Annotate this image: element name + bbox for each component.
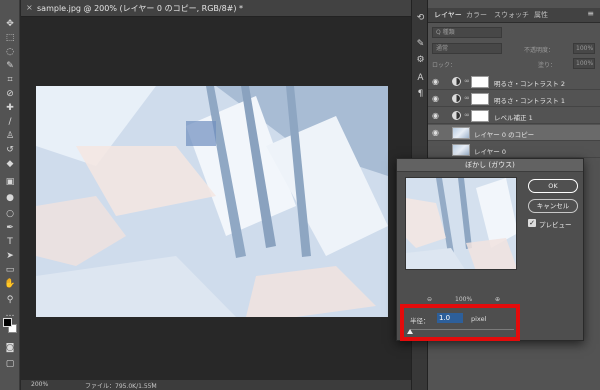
layer-name: 明るさ・コントラスト 2 xyxy=(494,80,566,88)
layer-name: レイヤー 0 のコピー xyxy=(474,131,535,139)
visibility-eye-icon[interactable]: ◉ xyxy=(432,94,439,103)
tab-layers[interactable]: レイヤー xyxy=(434,10,462,20)
checkbox-check-icon[interactable]: ✓ xyxy=(528,219,536,227)
blur-icon[interactable]: ● xyxy=(3,192,17,204)
stamp-icon[interactable]: ♙ xyxy=(3,130,17,142)
screen-mode-icon[interactable]: ▢ xyxy=(3,358,17,370)
panel-tabs: レイヤー カラー スウォッチ 属性 ≡ xyxy=(428,8,600,23)
adjustment-icon xyxy=(452,111,461,120)
layer-filter-select[interactable]: Q 種類 xyxy=(432,27,502,38)
layer-thumbnail[interactable] xyxy=(452,144,470,156)
lasso-icon[interactable]: ◌ xyxy=(3,46,17,58)
hand-icon[interactable]: ✋ xyxy=(3,278,17,290)
eraser-icon[interactable]: ◆ xyxy=(3,158,17,170)
link-icon: ∞ xyxy=(464,111,470,119)
history-brush-icon[interactable]: ↺ xyxy=(3,144,17,156)
layer-mask-thumbnail[interactable] xyxy=(471,110,489,122)
status-arrow-icon[interactable]: › xyxy=(151,380,154,388)
tab-properties[interactable]: 属性 xyxy=(534,10,548,20)
history-icon[interactable]: ⟲ xyxy=(414,12,427,24)
character-icon[interactable]: A xyxy=(414,72,427,84)
brush-icon[interactable]: / xyxy=(3,116,17,128)
tools-toolbar: ✥ ⬚ ◌ ✎ ⌗ ⊘ ✚ / ♙ ↺ ◆ ▣ ● ○ ✒ T ➤ ▭ ✋ ⚲ … xyxy=(0,0,20,390)
fill-label: 塗り： xyxy=(538,62,557,69)
layer-name: レベル補正 1 xyxy=(494,114,533,122)
layer-row[interactable]: ◉ ∞ レベル補正 1 xyxy=(428,108,600,124)
adjustment-icon xyxy=(452,77,461,86)
tool-presets-icon[interactable]: ⚙ xyxy=(414,54,427,66)
pen-icon[interactable]: ✒ xyxy=(3,222,17,234)
fill-input[interactable]: 100% xyxy=(573,58,595,69)
layer-mask-thumbnail[interactable] xyxy=(471,76,489,88)
layer-row-selected[interactable]: ◉ レイヤー 0 のコピー xyxy=(428,125,600,141)
quick-select-icon[interactable]: ✎ xyxy=(3,60,17,72)
radius-slider-thumb[interactable] xyxy=(407,329,413,334)
blend-mode-select[interactable]: 通常 xyxy=(432,43,502,54)
preview-checkbox[interactable]: ✓ プレビュー xyxy=(528,219,580,229)
brush-settings-icon[interactable]: ✎ xyxy=(414,38,427,50)
layer-row[interactable]: ◉ ∞ 明るさ・コントラスト 1 xyxy=(428,91,600,107)
file-size: ファイル：795.0K/1.55M xyxy=(85,383,157,390)
healing-icon[interactable]: ✚ xyxy=(3,102,17,114)
visibility-eye-icon[interactable]: ◉ xyxy=(432,128,439,137)
tab-swatches[interactable]: スウォッチ xyxy=(494,10,529,20)
radius-unit: pixel xyxy=(471,315,487,323)
crop-icon[interactable]: ⌗ xyxy=(3,74,17,86)
dodge-icon[interactable]: ○ xyxy=(3,208,17,220)
preview-zoom-value: 100% xyxy=(455,296,473,303)
quick-mask-icon[interactable]: ◙ xyxy=(3,342,17,354)
radius-slider[interactable] xyxy=(410,329,514,330)
move-icon[interactable]: ✥ xyxy=(3,18,17,30)
radius-label: 半径： xyxy=(410,317,430,325)
document-tab[interactable]: × sample.jpg @ 200% (レイヤー 0 のコピー, RGB/8#… xyxy=(21,0,411,17)
layer-name: レイヤー 0 xyxy=(474,148,507,156)
zoom-out-icon[interactable]: ⊖ xyxy=(427,296,432,303)
type-icon[interactable]: T xyxy=(3,236,17,248)
layer-mask-thumbnail[interactable] xyxy=(471,93,489,105)
adjustment-icon xyxy=(452,94,461,103)
zoom-in-icon[interactable]: ⊕ xyxy=(495,296,500,303)
gaussian-blur-dialog: ぼかし (ガウス) ⊖ 100% ⊕ OK キャンセル ✓ プレビュー 半径： … xyxy=(396,158,584,341)
eyedropper-icon[interactable]: ⊘ xyxy=(3,88,17,100)
layer-thumbnail[interactable] xyxy=(452,127,470,139)
zoom-icon[interactable]: ⚲ xyxy=(3,294,17,306)
visibility-eye-icon[interactable]: ◉ xyxy=(432,77,439,86)
shape-icon[interactable]: ▭ xyxy=(3,264,17,276)
ok-button[interactable]: OK xyxy=(528,179,578,193)
link-icon: ∞ xyxy=(464,94,470,102)
opacity-input[interactable]: 100% xyxy=(573,43,595,54)
opacity-label: 不透明度： xyxy=(524,47,555,54)
preview-label: プレビュー xyxy=(539,221,572,229)
blur-preview[interactable] xyxy=(405,177,517,270)
zoom-level[interactable]: 200% xyxy=(31,381,48,388)
cancel-button[interactable]: キャンセル xyxy=(528,199,578,213)
radius-input[interactable]: 1.0 xyxy=(437,313,463,323)
paragraph-icon[interactable]: ¶ xyxy=(414,88,427,100)
document-image xyxy=(36,86,388,317)
dialog-title: ぼかし (ガウス) xyxy=(397,159,583,172)
close-icon[interactable]: × xyxy=(26,3,33,12)
tab-color[interactable]: カラー xyxy=(466,10,487,20)
color-swatches[interactable] xyxy=(3,318,17,334)
foreground-color[interactable] xyxy=(3,318,12,327)
path-select-icon[interactable]: ➤ xyxy=(3,250,17,262)
canvas-area[interactable] xyxy=(21,18,411,380)
panel-menu-icon[interactable]: ≡ xyxy=(587,9,594,18)
link-icon: ∞ xyxy=(464,77,470,85)
visibility-eye-icon[interactable]: ◉ xyxy=(432,111,439,120)
layer-name: 明るさ・コントラスト 1 xyxy=(494,97,566,105)
layer-row[interactable]: レイヤー 0 xyxy=(428,142,600,158)
document-title: sample.jpg @ 200% (レイヤー 0 のコピー, RGB/8#) … xyxy=(37,4,244,13)
status-bar: 200% ファイル：795.0K/1.55M › xyxy=(21,380,411,390)
marquee-icon[interactable]: ⬚ xyxy=(3,32,17,44)
lock-label: ロック： xyxy=(432,62,457,69)
gradient-icon[interactable]: ▣ xyxy=(3,176,17,188)
layer-row[interactable]: ◉ ∞ 明るさ・コントラスト 2 xyxy=(428,74,600,90)
